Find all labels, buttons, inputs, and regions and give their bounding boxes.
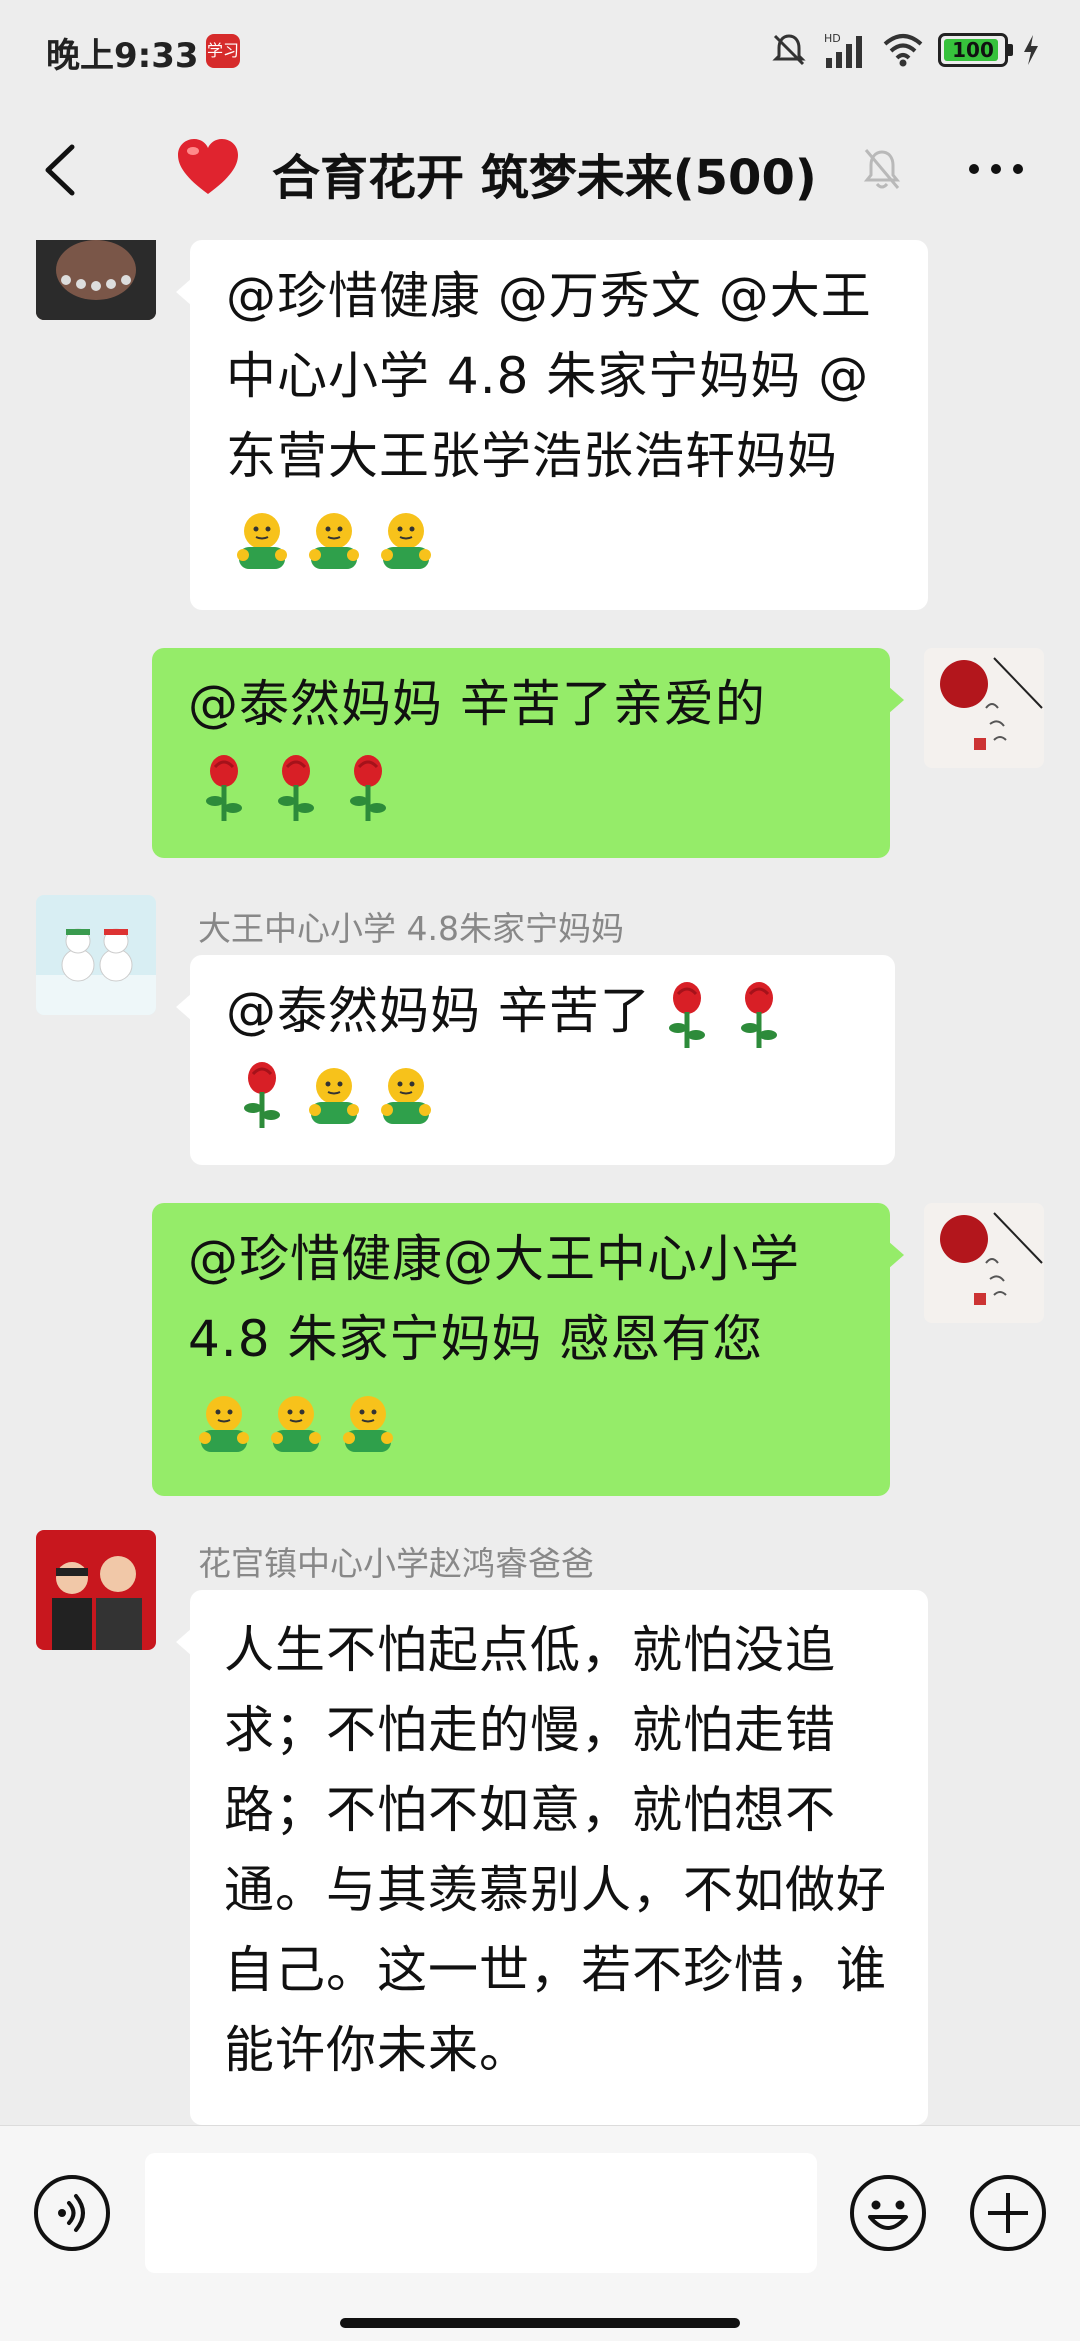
red-heart-icon (178, 139, 238, 194)
study-app-icon: 学习 (206, 34, 240, 68)
message-bubble[interactable]: 人生不怕起点低，就怕没追求；不怕走的慢，就怕走错路；不怕不如意，就怕想不通。与其… (176, 1590, 928, 2125)
message-text: @珍惜健康@大王中心小学 4.8 朱家宁妈妈 感恩有您 (188, 1230, 800, 1368)
back-arrow-icon[interactable] (36, 135, 86, 205)
message-text: @珍惜健康 @万秀文 @大王中心小学 4.8 朱家宁妈妈 @东营大王张学浩张浩轩… (226, 267, 872, 485)
chat-title: 合育花开 筑梦未来(500) (272, 150, 817, 206)
hugging-emoji-icon (381, 1067, 431, 1124)
clock: 晚上9:33 (46, 36, 199, 76)
rose-emoji-icon (244, 1061, 280, 1128)
more-functions-plus-icon[interactable] (968, 2173, 1048, 2253)
battery-icon: 100 (938, 33, 1013, 67)
mute-bell-icon (772, 34, 806, 66)
chat-header: 合育花开 筑梦未来(500) (0, 100, 1080, 240)
wifi-icon (883, 34, 923, 67)
message-bubble[interactable]: @珍惜健康 @万秀文 @大王中心小学 4.8 朱家宁妈妈 @东营大王张学浩张浩轩… (176, 240, 928, 610)
message-bubble-self[interactable]: @泰然妈妈 辛苦了亲爱的 (152, 648, 904, 858)
rose-emoji-icon (278, 754, 314, 821)
home-indicator[interactable] (340, 2318, 740, 2328)
rose-emoji-icon (206, 754, 242, 821)
message-input[interactable] (145, 2153, 817, 2273)
emoji-picker-icon[interactable] (848, 2173, 928, 2253)
muted-bell-icon (863, 149, 901, 189)
avatar[interactable] (36, 895, 156, 1015)
hugging-emoji-icon (343, 1395, 393, 1452)
hugging-emoji-icon (381, 512, 431, 569)
svg-text:HD: HD (824, 32, 841, 45)
avatar-self[interactable] (924, 648, 1044, 768)
system-icons: HD 100 (770, 30, 1040, 70)
status-bar: 晚上9:33 学习 HD 100 (0, 0, 1080, 100)
rose-emoji-icon (740, 981, 777, 1048)
hugging-emoji-icon (237, 512, 287, 569)
avatar-self[interactable] (924, 1203, 1044, 1323)
message-text: @泰然妈妈 辛苦了亲爱的 (188, 675, 766, 733)
message-text: 人生不怕起点低，就怕没追求；不怕走的慢，就怕走错路；不怕不如意，就怕想不通。与其… (224, 1621, 887, 2079)
input-bar (0, 2125, 1080, 2341)
charging-bolt-icon (1024, 35, 1038, 65)
message-bubble[interactable]: @泰然妈妈 辛苦了 (176, 955, 895, 1165)
hugging-emoji-icon (271, 1395, 321, 1452)
cellular-signal-icon: HD (824, 32, 862, 68)
hugging-emoji-icon (309, 1067, 359, 1124)
hugging-emoji-icon (309, 512, 359, 569)
rose-emoji-icon (668, 981, 705, 1048)
message-bubble-self[interactable]: @珍惜健康@大王中心小学 4.8 朱家宁妈妈 感恩有您 (152, 1203, 904, 1496)
message-list[interactable]: @珍惜健康 @万秀文 @大王中心小学 4.8 朱家宁妈妈 @东营大王张学浩张浩轩… (0, 240, 1080, 2125)
rose-emoji-icon (350, 754, 386, 821)
message-text: @泰然妈妈 辛苦了 (226, 982, 651, 1040)
voice-input-icon[interactable] (32, 2173, 112, 2253)
avatar[interactable] (36, 240, 156, 320)
sender-name: 花官镇中心小学赵鸿睿爸爸 (198, 1544, 594, 1583)
more-options-icon[interactable] (964, 144, 1028, 194)
hugging-emoji-icon (199, 1395, 249, 1452)
sender-name: 大王中心小学 4.8朱家宁妈妈 (198, 909, 624, 948)
avatar[interactable] (36, 1530, 156, 1650)
